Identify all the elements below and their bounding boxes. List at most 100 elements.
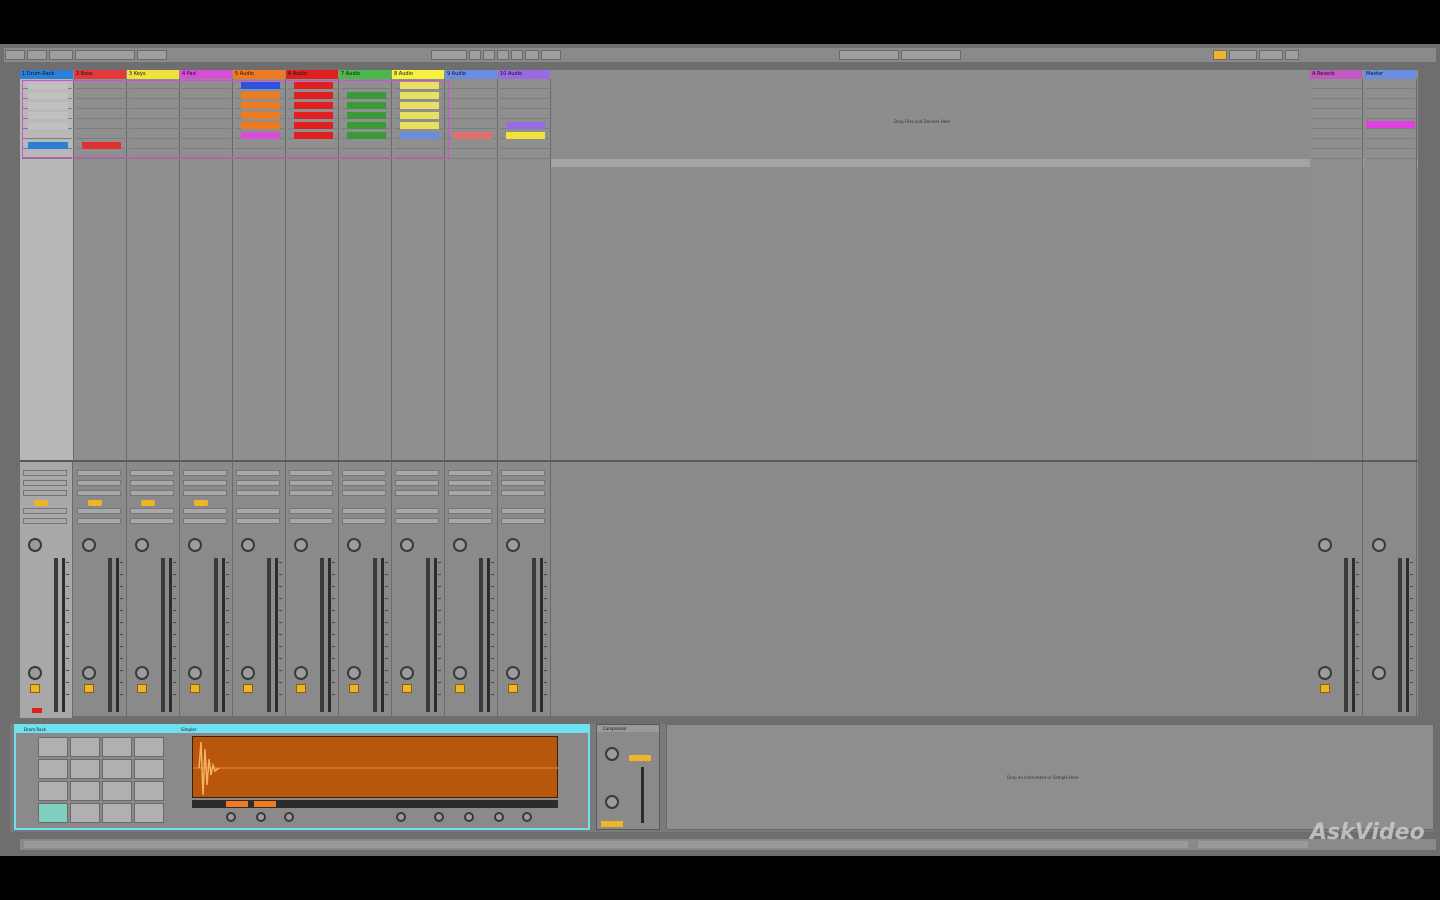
drum-pad[interactable] (70, 759, 100, 779)
volume-fader[interactable] (373, 558, 377, 712)
send-a-knob[interactable] (82, 538, 96, 552)
pan-knob[interactable] (294, 666, 308, 680)
clip-slot[interactable] (1312, 131, 1361, 139)
loop-toggle[interactable] (226, 801, 248, 807)
track-header-9[interactable]: 9 Audio (445, 70, 497, 79)
drum-pad[interactable] (38, 759, 68, 779)
play-button[interactable] (469, 50, 481, 60)
send-a-knob[interactable] (1318, 538, 1332, 552)
input-type[interactable] (289, 470, 333, 476)
clip-slot[interactable] (500, 141, 549, 149)
input-channel[interactable] (130, 480, 174, 486)
sampler-knob[interactable] (226, 812, 236, 822)
output-type[interactable] (395, 508, 439, 514)
input-type[interactable] (130, 470, 174, 476)
sampler-knob[interactable] (256, 812, 266, 822)
input-type[interactable] (77, 470, 121, 476)
monitor-auto-button[interactable] (88, 500, 102, 506)
clip-slot[interactable] (1312, 81, 1361, 89)
volume-fader[interactable] (532, 558, 536, 712)
output-type[interactable] (289, 508, 333, 514)
input-type[interactable] (23, 470, 67, 476)
monitor-selector[interactable] (395, 490, 439, 496)
clip-slot[interactable] (500, 111, 549, 119)
pan-knob[interactable] (347, 666, 361, 680)
track-header-1[interactable]: 1 Drum Rack (20, 70, 73, 79)
drum-pad[interactable] (70, 737, 100, 757)
input-channel[interactable] (289, 480, 333, 486)
metronome-button[interactable] (137, 50, 167, 60)
monitor-selector[interactable] (23, 490, 67, 496)
input-type[interactable] (236, 470, 280, 476)
clip-slot[interactable] (447, 111, 496, 119)
send-a-knob[interactable] (241, 538, 255, 552)
drum-pad[interactable] (134, 737, 164, 757)
track-activator-button[interactable] (84, 684, 94, 693)
key-map-button[interactable] (1213, 50, 1227, 60)
sampler-knob[interactable] (522, 812, 532, 822)
input-channel[interactable] (501, 480, 545, 486)
output-type[interactable] (130, 508, 174, 514)
input-type[interactable] (395, 470, 439, 476)
track-activator-button[interactable] (402, 684, 412, 693)
device-drop-area[interactable]: Drop an Instrument or Sample Here (666, 724, 1434, 830)
volume-fader[interactable] (426, 558, 430, 712)
sampler-knob[interactable] (464, 812, 474, 822)
send-a-knob[interactable] (453, 538, 467, 552)
monitor-auto-button[interactable] (194, 500, 208, 506)
clip[interactable] (453, 132, 492, 139)
output-type[interactable] (342, 508, 386, 514)
send-a-knob[interactable] (506, 538, 520, 552)
volume-fader[interactable] (479, 558, 483, 712)
scene-launch-slot[interactable] (1366, 111, 1415, 119)
send-a-knob[interactable] (135, 538, 149, 552)
drum-pad[interactable] (134, 759, 164, 779)
tempo-field[interactable] (27, 50, 47, 60)
output-type[interactable] (236, 508, 280, 514)
pan-knob[interactable] (241, 666, 255, 680)
arm-record-button[interactable] (32, 708, 42, 713)
midi-map-button[interactable] (1229, 50, 1257, 60)
drum-pad[interactable] (102, 759, 132, 779)
volume-fader[interactable] (267, 558, 271, 712)
input-channel[interactable] (395, 480, 439, 486)
output-channel[interactable] (23, 518, 67, 524)
drum-pad[interactable] (102, 803, 132, 823)
track-activator-button[interactable] (296, 684, 306, 693)
drum-pad[interactable] (134, 803, 164, 823)
output-channel[interactable] (501, 518, 545, 524)
monitor-selector[interactable] (77, 490, 121, 496)
pan-knob[interactable] (82, 666, 96, 680)
clip-slot[interactable] (447, 141, 496, 149)
sampler-knob[interactable] (494, 812, 504, 822)
clip-slot[interactable] (1312, 111, 1361, 119)
sample-waveform[interactable] (192, 736, 559, 798)
send-a-knob[interactable] (28, 538, 42, 552)
pan-knob[interactable] (400, 666, 414, 680)
track-activator-button[interactable] (349, 684, 359, 693)
drum-pad[interactable] (38, 803, 68, 823)
clip-slot[interactable] (1312, 141, 1361, 149)
track-header-10[interactable]: 10 Audio (498, 70, 550, 79)
send-a-knob[interactable] (1372, 538, 1386, 552)
monitor-selector[interactable] (236, 490, 280, 496)
sampler-knob[interactable] (284, 812, 294, 822)
track-activator-button[interactable] (190, 684, 200, 693)
output-type[interactable] (183, 508, 227, 514)
output-channel[interactable] (130, 518, 174, 524)
track-header-8[interactable]: 8 Audio (392, 70, 444, 79)
drum-pad[interactable] (38, 781, 68, 801)
input-type[interactable] (501, 470, 545, 476)
clip-slot[interactable] (500, 151, 549, 159)
monitor-selector[interactable] (183, 490, 227, 496)
input-channel[interactable] (448, 480, 492, 486)
stop-button[interactable] (483, 50, 495, 60)
scene-launch-slot[interactable] (1366, 151, 1415, 159)
monitor-selector[interactable] (448, 490, 492, 496)
track-header-6[interactable]: 6 Audio (286, 70, 338, 79)
send-a-knob[interactable] (188, 538, 202, 552)
output-type[interactable] (77, 508, 121, 514)
clip-slot[interactable] (1312, 121, 1361, 129)
monitor-selector[interactable] (289, 490, 333, 496)
volume-fader[interactable] (1398, 558, 1402, 712)
